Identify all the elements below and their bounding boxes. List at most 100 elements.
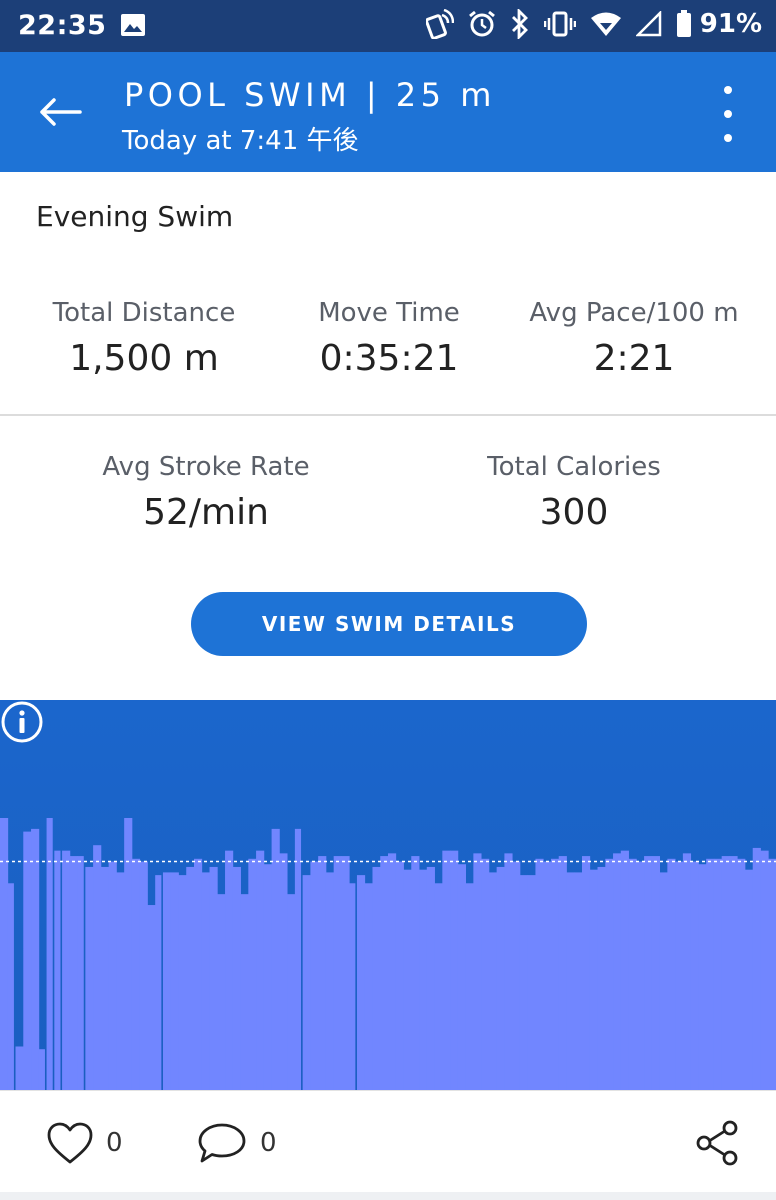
share-icon [696, 1120, 738, 1166]
chart-bar [535, 858, 544, 1090]
signal-icon [635, 11, 662, 37]
chart-bar [675, 861, 684, 1090]
chart-bar [139, 861, 148, 1090]
chart-bar [0, 818, 9, 1090]
stat-label: Move Time [318, 298, 460, 328]
chart-bar [737, 858, 746, 1090]
chart-bar [240, 894, 249, 1090]
chart-bar [38, 1049, 45, 1090]
chart-bar [155, 875, 162, 1090]
battery-icon [676, 10, 691, 37]
chart-bar [442, 850, 451, 1090]
chart-bar [395, 861, 404, 1090]
chart-bar [54, 850, 61, 1090]
chart-bar [279, 853, 288, 1090]
chart-bar [636, 861, 645, 1090]
chart-bar [100, 866, 110, 1090]
nfc-icon [425, 9, 454, 39]
chart-bar [519, 875, 529, 1090]
swim-chart [0, 700, 776, 1090]
chart-bar [194, 858, 203, 1090]
chart-bar [23, 831, 32, 1090]
battery-level: 91% [699, 9, 762, 39]
vibrate-icon [543, 11, 576, 37]
stat-value: 300 [539, 492, 609, 533]
status-icons: 91% [425, 9, 762, 39]
status-time: 22:35 [18, 10, 107, 41]
chart-bar [613, 853, 622, 1090]
chart-bar [62, 850, 71, 1090]
chart-bar [403, 869, 412, 1090]
chart-bar [225, 850, 234, 1090]
social-bar: 0 0 [0, 1090, 776, 1200]
chart-bar [566, 872, 575, 1090]
comment-count: 0 [260, 1128, 277, 1158]
chart-bar [388, 853, 397, 1090]
chart-bar [744, 869, 754, 1090]
more-options-button[interactable] [708, 86, 748, 142]
chart-bar [589, 869, 598, 1090]
chart-bar [419, 869, 428, 1090]
chart-bar [550, 858, 560, 1090]
back-button[interactable] [30, 82, 90, 142]
chart-bar [426, 866, 435, 1090]
chart-bar [325, 872, 335, 1090]
alarm-icon [468, 10, 495, 37]
chart-bar [356, 875, 366, 1090]
comment-icon [198, 1123, 246, 1163]
chart-bar [729, 856, 738, 1090]
chart-bar [69, 856, 78, 1090]
chart-bar [287, 894, 296, 1090]
chart-bar [31, 828, 40, 1090]
stat-avg-stroke-rate: Avg Stroke Rate 52/min [75, 452, 337, 533]
stat-label: Avg Pace/100 m [529, 298, 739, 328]
chart-bar [682, 853, 692, 1090]
activity-date: Today at 7:41 午後 [122, 126, 359, 156]
arrow-left-icon [40, 98, 82, 126]
chart-bar [721, 856, 730, 1090]
chart-bar [333, 856, 342, 1090]
chart-bar [318, 856, 327, 1090]
chart-bar [434, 883, 443, 1090]
info-icon[interactable] [0, 700, 44, 744]
stat-label: Avg Stroke Rate [102, 452, 310, 482]
stat-move-time: Move Time 0:35:21 [265, 298, 513, 379]
share-button[interactable] [694, 1119, 740, 1171]
chart-bar [294, 828, 302, 1090]
chart-bar [256, 850, 265, 1090]
chart-bar [209, 866, 218, 1090]
chart-bar [651, 856, 660, 1090]
chart-bar [713, 858, 723, 1090]
chart-bar [263, 864, 272, 1090]
chart-bar [77, 856, 84, 1090]
app-bar: POOL SWIM | 25 m Today at 7:41 午後 [0, 52, 776, 172]
comment-button[interactable]: 0 [196, 1121, 277, 1165]
chart-bar [527, 875, 536, 1090]
chart-bar [644, 856, 653, 1090]
chart-bar [706, 858, 715, 1090]
like-button[interactable]: 0 [46, 1121, 123, 1165]
page-title: POOL SWIM | 25 m [124, 76, 496, 114]
chart-bar [147, 905, 156, 1090]
view-swim-details-button[interactable]: VIEW SWIM DETAILS [191, 592, 587, 656]
chart-bar [170, 872, 179, 1090]
chart-bar [46, 818, 53, 1090]
chart-bar [605, 858, 614, 1090]
chart-bar [752, 847, 761, 1090]
stat-value: 1,500 m [69, 338, 219, 379]
chart-bar [667, 858, 676, 1090]
chart-bar [7, 883, 14, 1090]
stat-total-distance: Total Distance 1,500 m [20, 298, 268, 379]
stat-label: Total Distance [52, 298, 236, 328]
chart-bar [690, 861, 699, 1090]
chart-bar [372, 866, 381, 1090]
chart-bar [380, 856, 389, 1090]
chart-bar [232, 866, 241, 1090]
chart-bar [302, 875, 311, 1090]
chart-bar [341, 856, 350, 1090]
chart-bar [217, 894, 226, 1090]
stat-total-calories: Total Calories 300 [443, 452, 705, 533]
wifi-icon [590, 12, 621, 36]
chart-bar [162, 872, 172, 1090]
chart-bar [201, 872, 210, 1090]
